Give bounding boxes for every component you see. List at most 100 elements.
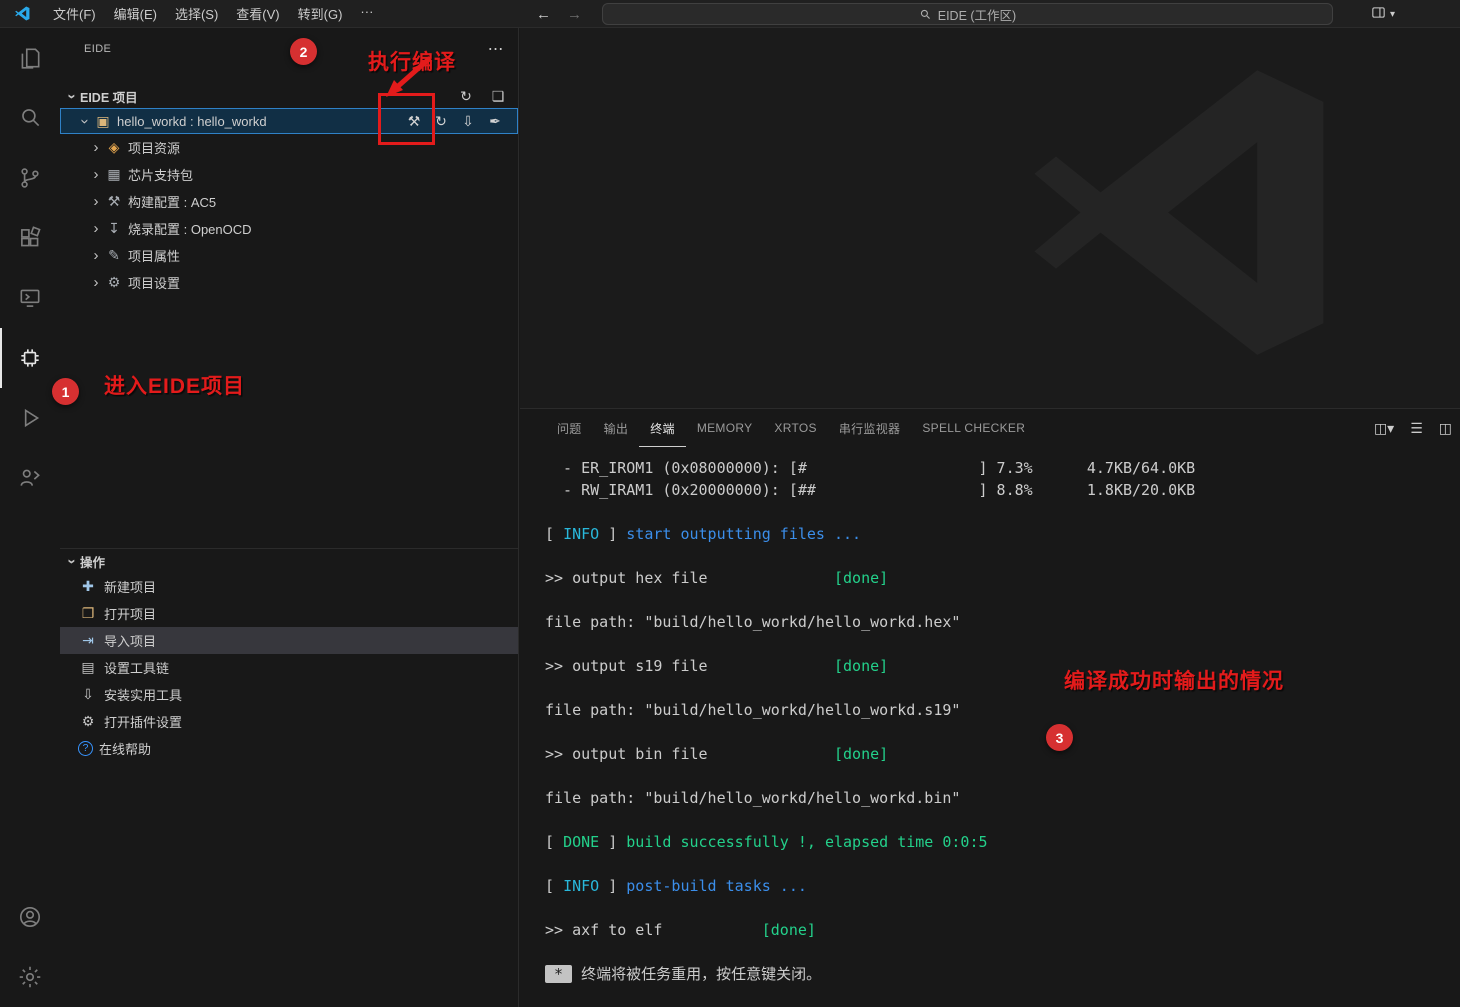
tree-item[interactable]: ›⚙项目设置 [60,269,518,296]
activity-remote-explorer-icon[interactable] [0,268,60,328]
activity-search-icon[interactable] [0,88,60,148]
activity-account-icon[interactable] [0,887,60,947]
tree-item[interactable]: ›✎项目属性 [60,242,518,269]
operation-label: 打开项目 [104,604,156,623]
terminal-output[interactable]: - ER_IROM1 (0x08000000): [# ] 7.3% 4.7KB… [520,447,1460,1007]
operation-label: 在线帮助 [99,739,151,758]
terminal-line: [ INFO ] post-build tasks ... [545,875,1460,897]
terminal-line [545,853,1460,875]
tree-item[interactable]: ›◈项目资源 [60,134,518,161]
operation-item[interactable]: ⇩安装实用工具 [60,681,518,708]
section-actions: ↻❏ [456,88,508,105]
menu-item[interactable]: 编辑(E) [105,4,166,23]
panel-tab-bar: 问题输出终端MEMORYXRTOS串行监视器SPELL CHECKER ◫▾ ☰ ◫ [520,409,1460,447]
panel-tab-3[interactable]: MEMORY [686,409,764,447]
activity-extensions-icon[interactable] [0,208,60,268]
files-icon [17,45,43,71]
activity-files-icon[interactable] [0,28,60,88]
command-center-search[interactable]: EIDE (工作区) [602,3,1333,25]
titlebar-right-actions: ▾ [1370,0,1395,28]
vscode-watermark-icon [1010,40,1355,385]
terminal-line: file path: "build/hello_workd/hello_work… [545,611,1460,633]
activity-settings-gear-icon[interactable] [0,947,60,1007]
source-control-icon [17,165,43,191]
eide-project-tree: ›▣hello_workd : hello_workd⚒↻⇩✒›◈项目资源›▦芯… [60,108,518,296]
search-text: EIDE (工作区) [938,5,1016,24]
operation-item[interactable]: ? 在线帮助 [60,735,518,762]
tree-item-label: 烧录配置 : OpenOCD [128,219,252,238]
clean-icon[interactable]: ✒ [487,113,503,130]
split-terminal-icon[interactable]: ◫▾ [1374,420,1394,437]
terminal-line: file path: "build/hello_workd/hello_work… [545,699,1460,721]
panel-tab-6[interactable]: SPELL CHECKER [911,409,1036,447]
tree-item-project-root[interactable]: ›▣hello_workd : hello_workd⚒↻⇩✒ [60,108,518,134]
activity-eide-chip-icon[interactable] [0,328,60,388]
chevron-expanded-icon: › [77,113,94,129]
flash-config-icon: ↧ [104,220,124,237]
terminal-line: >> axf to elf [done] [545,919,1460,941]
operations-section-header[interactable]: › 操作 [60,549,518,573]
panel-actions: ◫▾ ☰ ◫ [1374,409,1460,447]
chevron-expanded-icon: › [64,88,81,104]
search-icon [919,8,932,21]
refresh-icon[interactable]: ↻ [456,88,476,105]
menu-item[interactable]: ··· [351,4,382,23]
operation-item[interactable]: ❐ 打开项目 [60,600,518,627]
import-project-icon: ⇥ [78,632,98,649]
section-label: EIDE 项目 [80,87,138,106]
menu-item[interactable]: 转到(G) [289,4,352,23]
run-debug-icon [17,405,43,431]
menu-item[interactable]: 查看(V) [227,4,288,23]
open-project-icon: ❐ [78,605,98,622]
panel-layout-icon[interactable]: ◫ [1439,420,1452,437]
workspace-icon[interactable]: ❏ [488,88,508,105]
remote-explorer-icon [17,285,43,311]
annotation-arrow [372,52,438,100]
tree-item[interactable]: ›⚒构建配置 : AC5 [60,188,518,215]
terminal-line [545,721,1460,743]
activity-bar [0,28,60,1007]
chevron-collapsed-icon: › [88,274,104,291]
online-help-icon: ? [78,741,93,756]
plugin-settings-icon: ⚙ [78,713,98,730]
editor-area [520,28,1460,408]
terminal-line: [ DONE ] build successfully !, elapsed t… [545,831,1460,853]
terminal-line [545,809,1460,831]
panel-tab-5[interactable]: 串行监视器 [828,409,912,447]
chip-pack-icon: ▦ [104,166,124,183]
nav-back-icon[interactable]: ← [536,6,551,23]
activity-source-control-icon[interactable] [0,148,60,208]
flash-icon[interactable]: ⇩ [460,113,476,130]
history-navigation: ← → [536,0,582,28]
panel-list-icon[interactable]: ☰ [1410,420,1423,437]
rebuild-icon[interactable]: ↻ [433,113,449,130]
panel-tab-2[interactable]: 终端 [639,409,686,447]
panel-tab-1[interactable]: 输出 [593,409,640,447]
activity-run-debug-icon[interactable] [0,388,60,448]
activity-live-share-icon[interactable] [0,448,60,508]
tree-item[interactable]: ›▦芯片支持包 [60,161,518,188]
operation-item[interactable]: ▤设置工具链 [60,654,518,681]
layout-toggle-icon[interactable] [1370,4,1387,24]
panel-tab-0[interactable]: 问题 [546,409,593,447]
operations-list: ✚新建项目 ❐ 打开项目 ⇥导入项目▤设置工具链⇩安装实用工具⚙打开插件设置? 在线帮助 [60,573,518,762]
project-settings-icon: ⚙ [104,274,124,291]
chevron-collapsed-icon: › [88,220,104,237]
tree-item[interactable]: ›↧烧录配置 : OpenOCD [60,215,518,242]
chevron-collapsed-icon: › [88,247,104,264]
menu-item[interactable]: 文件(F) [44,4,105,23]
operation-item[interactable]: ⚙打开插件设置 [60,708,518,735]
operation-label: 设置工具链 [104,658,169,677]
terminal-line: - RW_IRAM1 (0x20000000): [## ] 8.8% 1.8K… [545,479,1460,501]
eide-project-section-header[interactable]: › EIDE 项目 ↻❏ [60,84,518,108]
more-actions-icon[interactable]: ⋯ [488,39,504,59]
nav-forward-icon[interactable]: → [567,6,582,23]
eide-chip-icon [17,345,43,371]
tree-item-label: hello_workd : hello_workd [117,114,267,129]
terminal-line [545,633,1460,655]
panel-tab-4[interactable]: XRTOS [763,409,827,447]
terminal-line: * 终端将被任务重用，按任意键关闭。 [545,963,1460,985]
operation-item[interactable]: ✚新建项目 [60,573,518,600]
operation-item[interactable]: ⇥导入项目 [60,627,518,654]
menu-item[interactable]: 选择(S) [166,4,227,23]
